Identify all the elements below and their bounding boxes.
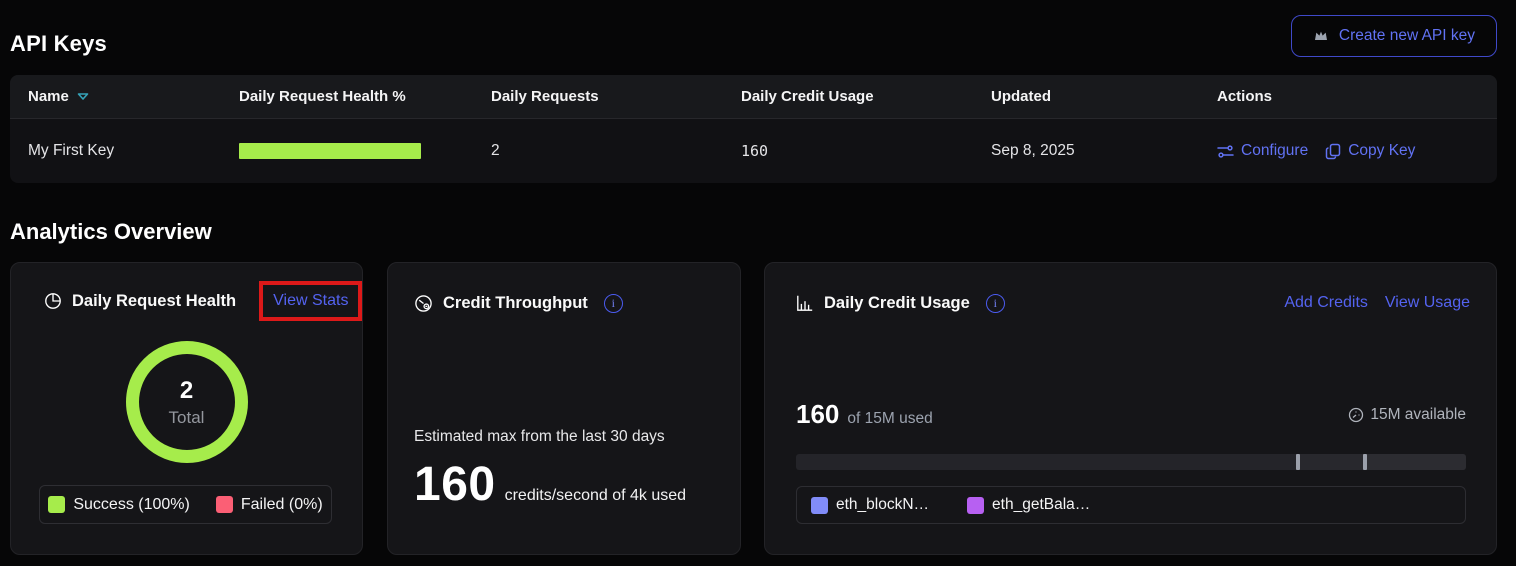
progress-segment-end (1363, 454, 1466, 470)
daily-credit-usage-header: Daily Credit Usage i Add Credits View Us… (796, 291, 1470, 315)
health-bar-cell (239, 143, 491, 159)
daily-request-health-card: Daily Request Health View Stats 2 Total … (10, 262, 363, 555)
eth-blocknumber-label: eth_blockN… (836, 496, 929, 514)
legend-item-eth-blocknumber: eth_blockN… (811, 496, 929, 514)
health-bar (239, 143, 421, 159)
request-health-legend: Success (100%) Failed (0%) (39, 485, 332, 524)
credits-used-suffix: of 15M used (847, 410, 932, 428)
column-header-health: Daily Request Health % (239, 88, 491, 105)
donut-total-label: Total (169, 408, 205, 428)
throughput-value: 160 (414, 461, 496, 509)
credits-available-label: 15M available (1370, 406, 1466, 424)
daily-credit-usage-title: Daily Credit Usage (824, 294, 970, 313)
credit-usage-progress-bar (796, 454, 1466, 470)
updated-cell: Sep 8, 2025 (991, 142, 1217, 160)
view-usage-link[interactable]: View Usage (1385, 294, 1470, 312)
info-icon[interactable]: i (604, 294, 623, 313)
throughput-value-suffix: credits/second of 4k used (505, 487, 686, 505)
configure-label: Configure (1241, 142, 1308, 160)
legend-item-success: Success (100%) (48, 496, 190, 514)
copy-key-label: Copy Key (1348, 142, 1415, 160)
daily-credit-usage-cell: 160 (741, 142, 991, 160)
usage-stats-row: 160 of 15M used 15M available (796, 399, 1466, 430)
daily-credit-usage-card: Daily Credit Usage i Add Credits View Us… (764, 262, 1497, 555)
credits-used-value: 160 (796, 399, 839, 430)
column-header-daily-requests: Daily Requests (491, 88, 741, 105)
success-label: Success (100%) (73, 496, 190, 514)
legend-item-failed: Failed (0%) (216, 496, 323, 514)
table-header-row: Name Daily Request Health % Daily Reques… (10, 75, 1497, 119)
donut-total-value: 2 (180, 377, 193, 405)
failed-label: Failed (0%) (241, 496, 323, 514)
daily-requests-cell: 2 (491, 142, 741, 160)
configure-button[interactable]: Configure (1217, 142, 1308, 160)
throughput-value-row: 160 credits/second of 4k used (414, 461, 686, 509)
annotation-highlight-box: View Stats (259, 281, 362, 321)
credit-throughput-card: Credit Throughput i Estimated max from t… (387, 262, 741, 555)
sliders-icon (1217, 144, 1234, 159)
usage-links: Add Credits View Usage (1284, 294, 1470, 312)
column-header-name[interactable]: Name (28, 88, 239, 105)
key-name-cell: My First Key (28, 142, 239, 160)
page-title: API Keys (10, 31, 107, 57)
daily-request-health-header: Daily Request Health View Stats (44, 279, 348, 323)
credit-usage-legend: eth_blockN… eth_getBala… (796, 486, 1466, 524)
copy-key-button[interactable]: Copy Key (1325, 142, 1415, 160)
copy-icon (1325, 143, 1341, 160)
analytics-overview-title: Analytics Overview (10, 219, 212, 245)
legend-item-eth-getbalance: eth_getBala… (967, 496, 1090, 514)
throughput-subtitle: Estimated max from the last 30 days (414, 428, 665, 446)
eth-getbalance-swatch (967, 497, 984, 514)
eth-getbalance-label: eth_getBala… (992, 496, 1090, 514)
info-icon[interactable]: i (986, 294, 1005, 313)
gauge-icon (414, 294, 433, 313)
bar-chart-icon (796, 294, 814, 312)
api-keys-table: Name Daily Request Health % Daily Reques… (10, 75, 1497, 183)
progress-segment-mid (1296, 454, 1363, 470)
create-api-key-button[interactable]: Create new API key (1291, 15, 1497, 57)
credits-available: 15M available (1348, 406, 1466, 424)
column-header-name-label: Name (28, 88, 69, 105)
create-api-key-label: Create new API key (1339, 27, 1475, 45)
column-header-updated: Updated (991, 88, 1217, 105)
credit-throughput-header: Credit Throughput i (414, 291, 720, 315)
progress-marker-1 (1296, 454, 1300, 470)
daily-request-health-title: Daily Request Health (72, 292, 236, 311)
gauge-small-icon (1348, 407, 1364, 423)
eth-blocknumber-swatch (811, 497, 828, 514)
sort-chevron-icon[interactable] (77, 92, 89, 101)
request-health-donut-chart: 2 Total (126, 341, 248, 463)
progress-marker-2 (1363, 454, 1367, 470)
column-header-daily-credit-usage: Daily Credit Usage (741, 88, 991, 105)
failed-swatch (216, 496, 233, 513)
view-stats-link[interactable]: View Stats (273, 292, 348, 309)
add-credits-link[interactable]: Add Credits (1284, 294, 1368, 312)
success-swatch (48, 496, 65, 513)
credit-throughput-title: Credit Throughput (443, 294, 588, 313)
pie-chart-icon (44, 292, 62, 310)
column-header-actions: Actions (1217, 88, 1497, 105)
crown-icon (1313, 28, 1329, 44)
table-row: My First Key 2 160 Sep 8, 2025 Configure (10, 119, 1497, 183)
actions-cell: Configure Copy Key (1217, 142, 1497, 160)
